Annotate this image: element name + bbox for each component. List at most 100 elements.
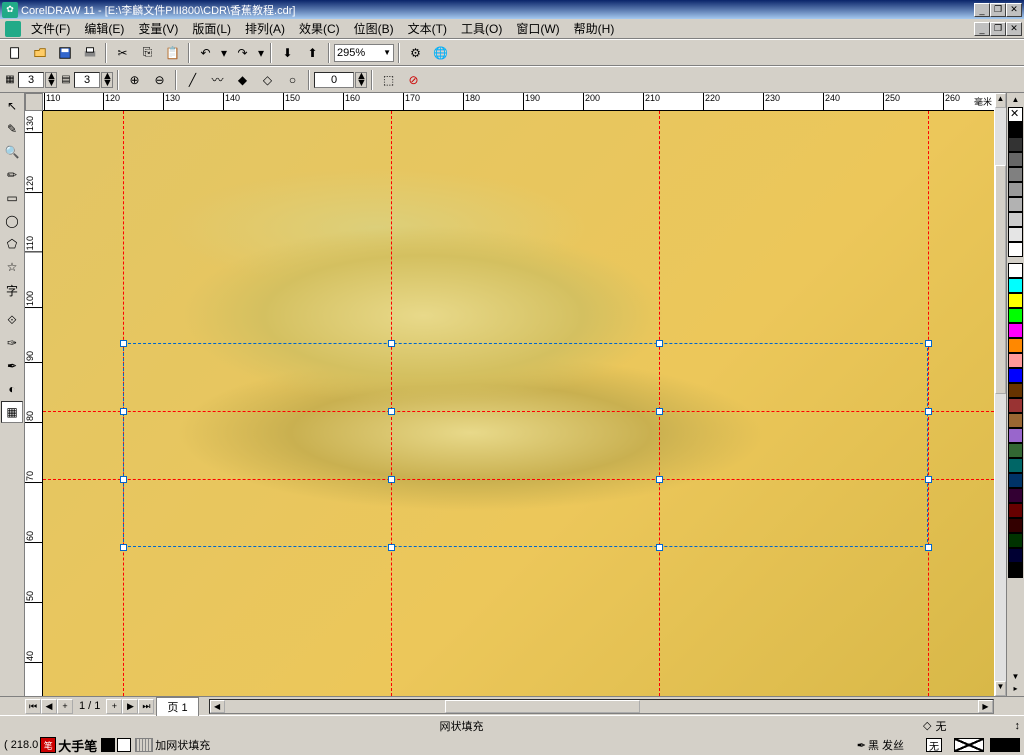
color-swatch[interactable] [1008, 548, 1023, 563]
color-swatch[interactable] [1008, 398, 1023, 413]
color-swatch[interactable] [1008, 152, 1023, 167]
palette-flyout[interactable]: ▸ [1013, 684, 1017, 696]
color-swatch[interactable] [1008, 443, 1023, 458]
first-page-button[interactable]: ⏮ [25, 699, 41, 714]
export-button[interactable]: ⬆ [301, 42, 324, 64]
mesh-rows-input[interactable] [74, 72, 100, 88]
last-page-button[interactable]: ⏭ [138, 699, 154, 714]
maximize-button[interactable]: ❐ [990, 3, 1006, 17]
color-swatch[interactable] [1008, 122, 1023, 137]
mdi-close-button[interactable]: ✕ [1006, 22, 1022, 36]
cut-button[interactable]: ✂ [111, 42, 134, 64]
zoom-level[interactable]: 295%▼ [334, 44, 394, 62]
menu-help[interactable]: 帮助(H) [567, 18, 622, 39]
polygon-tool[interactable]: ⬠ [1, 233, 23, 255]
menu-file[interactable]: 文件(F) [24, 18, 77, 39]
add-intersection-button[interactable]: ⊕ [123, 69, 146, 91]
mesh-node[interactable] [388, 340, 395, 347]
palette-scroll-down[interactable]: ▼ [1012, 672, 1020, 684]
fill-outline-preview[interactable] [954, 738, 984, 752]
paste-button[interactable]: 📋 [161, 42, 184, 64]
color-swatch[interactable] [1008, 353, 1023, 368]
redo-dropdown[interactable]: ▾ [256, 42, 266, 64]
color-swatch[interactable] [1008, 383, 1023, 398]
color-swatch[interactable] [1008, 242, 1023, 257]
color-swatch[interactable] [1008, 167, 1023, 182]
curve-smoothness-input[interactable] [314, 72, 354, 88]
mesh-cols-input[interactable] [18, 72, 44, 88]
ellipse-tool[interactable]: ◯ [1, 210, 23, 232]
smooth-node-button[interactable]: ◇ [256, 69, 279, 91]
redo-button[interactable]: ↷ [231, 42, 254, 64]
mesh-node[interactable] [388, 408, 395, 415]
mesh-node[interactable] [120, 476, 127, 483]
scroll-left-button[interactable]: ◀ [210, 700, 225, 713]
curve-smoothness-spinner[interactable]: ▲▼ [355, 72, 367, 88]
color-swatch[interactable] [1008, 293, 1023, 308]
shape-tool[interactable]: ✎ [1, 118, 23, 140]
mdi-minimize-button[interactable]: _ [974, 22, 990, 36]
copy-mesh-button[interactable]: ⬚ [377, 69, 400, 91]
clear-mesh-button[interactable]: ⊘ [402, 69, 425, 91]
basic-shapes-tool[interactable]: ☆ [1, 256, 23, 278]
menu-layout[interactable]: 版面(L) [185, 18, 238, 39]
no-fill-indicator[interactable]: 无 [926, 738, 942, 752]
menu-bitmaps[interactable]: 位图(B) [347, 18, 401, 39]
color-swatch[interactable] [1008, 563, 1023, 578]
pick-tool[interactable]: ↖ [1, 95, 23, 117]
close-button[interactable]: ✕ [1006, 3, 1022, 17]
outline-preview[interactable] [990, 738, 1020, 752]
app-launcher-button[interactable]: ⚙ [404, 42, 427, 64]
color-swatch[interactable] [1008, 182, 1023, 197]
mesh-node[interactable] [925, 340, 932, 347]
color-swatch[interactable] [1008, 518, 1023, 533]
menu-text[interactable]: 文本(T) [401, 18, 454, 39]
next-page-button[interactable]: ▶ [122, 699, 138, 714]
interactive-fill-tool[interactable]: ▦ [1, 401, 23, 423]
delete-node-button[interactable]: ⊖ [148, 69, 171, 91]
freehand-tool[interactable]: ✏ [1, 164, 23, 186]
mesh-node[interactable] [656, 476, 663, 483]
guide-line-v[interactable] [928, 111, 929, 696]
mesh-node[interactable] [388, 476, 395, 483]
mesh-node[interactable] [120, 340, 127, 347]
menu-edit[interactable]: 编辑(E) [77, 18, 131, 39]
mesh-node[interactable] [925, 408, 932, 415]
symmetric-node-button[interactable]: ○ [281, 69, 304, 91]
color-swatch[interactable] [1008, 308, 1023, 323]
canvas[interactable] [43, 111, 994, 696]
print-button[interactable] [78, 42, 101, 64]
mesh-rows-spinner[interactable]: ▲▼ [101, 72, 113, 88]
corel-online-button[interactable]: 🌐 [429, 42, 452, 64]
color-swatch[interactable] [1008, 428, 1023, 443]
fill-tool[interactable]: ◐ [1, 378, 23, 400]
save-button[interactable] [53, 42, 76, 64]
add-page-after-button[interactable]: + [106, 699, 122, 714]
copy-button[interactable]: ⎘ [136, 42, 159, 64]
zoom-tool[interactable]: 🔍 [1, 141, 23, 163]
mesh-node[interactable] [388, 544, 395, 551]
mesh-node[interactable] [120, 408, 127, 415]
color-swatch[interactable] [1008, 197, 1023, 212]
scroll-down-button[interactable]: ▼ [995, 681, 1006, 696]
mdi-restore-button[interactable]: ❐ [990, 22, 1006, 36]
scroll-up-button[interactable]: ▲ [995, 93, 1006, 108]
mesh-fill-bounding-box[interactable] [123, 343, 928, 547]
mesh-node[interactable] [925, 544, 932, 551]
color-swatch[interactable] [1008, 263, 1023, 278]
scroll-right-button[interactable]: ▶ [978, 700, 993, 713]
color-swatch[interactable] [1008, 137, 1023, 152]
color-swatch[interactable] [1008, 413, 1023, 428]
mesh-node[interactable] [656, 340, 663, 347]
rectangle-tool[interactable]: ▭ [1, 187, 23, 209]
color-swatch[interactable] [1008, 338, 1023, 353]
horizontal-ruler[interactable]: 110 120 130 140 150 160 170 180 190 200 … [43, 93, 994, 111]
minimize-button[interactable]: _ [974, 3, 990, 17]
horizontal-scrollbar[interactable]: ◀ ▶ [209, 699, 994, 714]
menu-effects[interactable]: 效果(C) [292, 18, 347, 39]
color-swatch[interactable] [1008, 503, 1023, 518]
add-page-before-button[interactable]: + [57, 699, 73, 714]
palette-scroll-up[interactable]: ▲ [1012, 95, 1020, 107]
menu-view[interactable]: 变量(V) [131, 18, 185, 39]
vertical-scrollbar[interactable]: ▲ ▼ [994, 93, 1006, 696]
